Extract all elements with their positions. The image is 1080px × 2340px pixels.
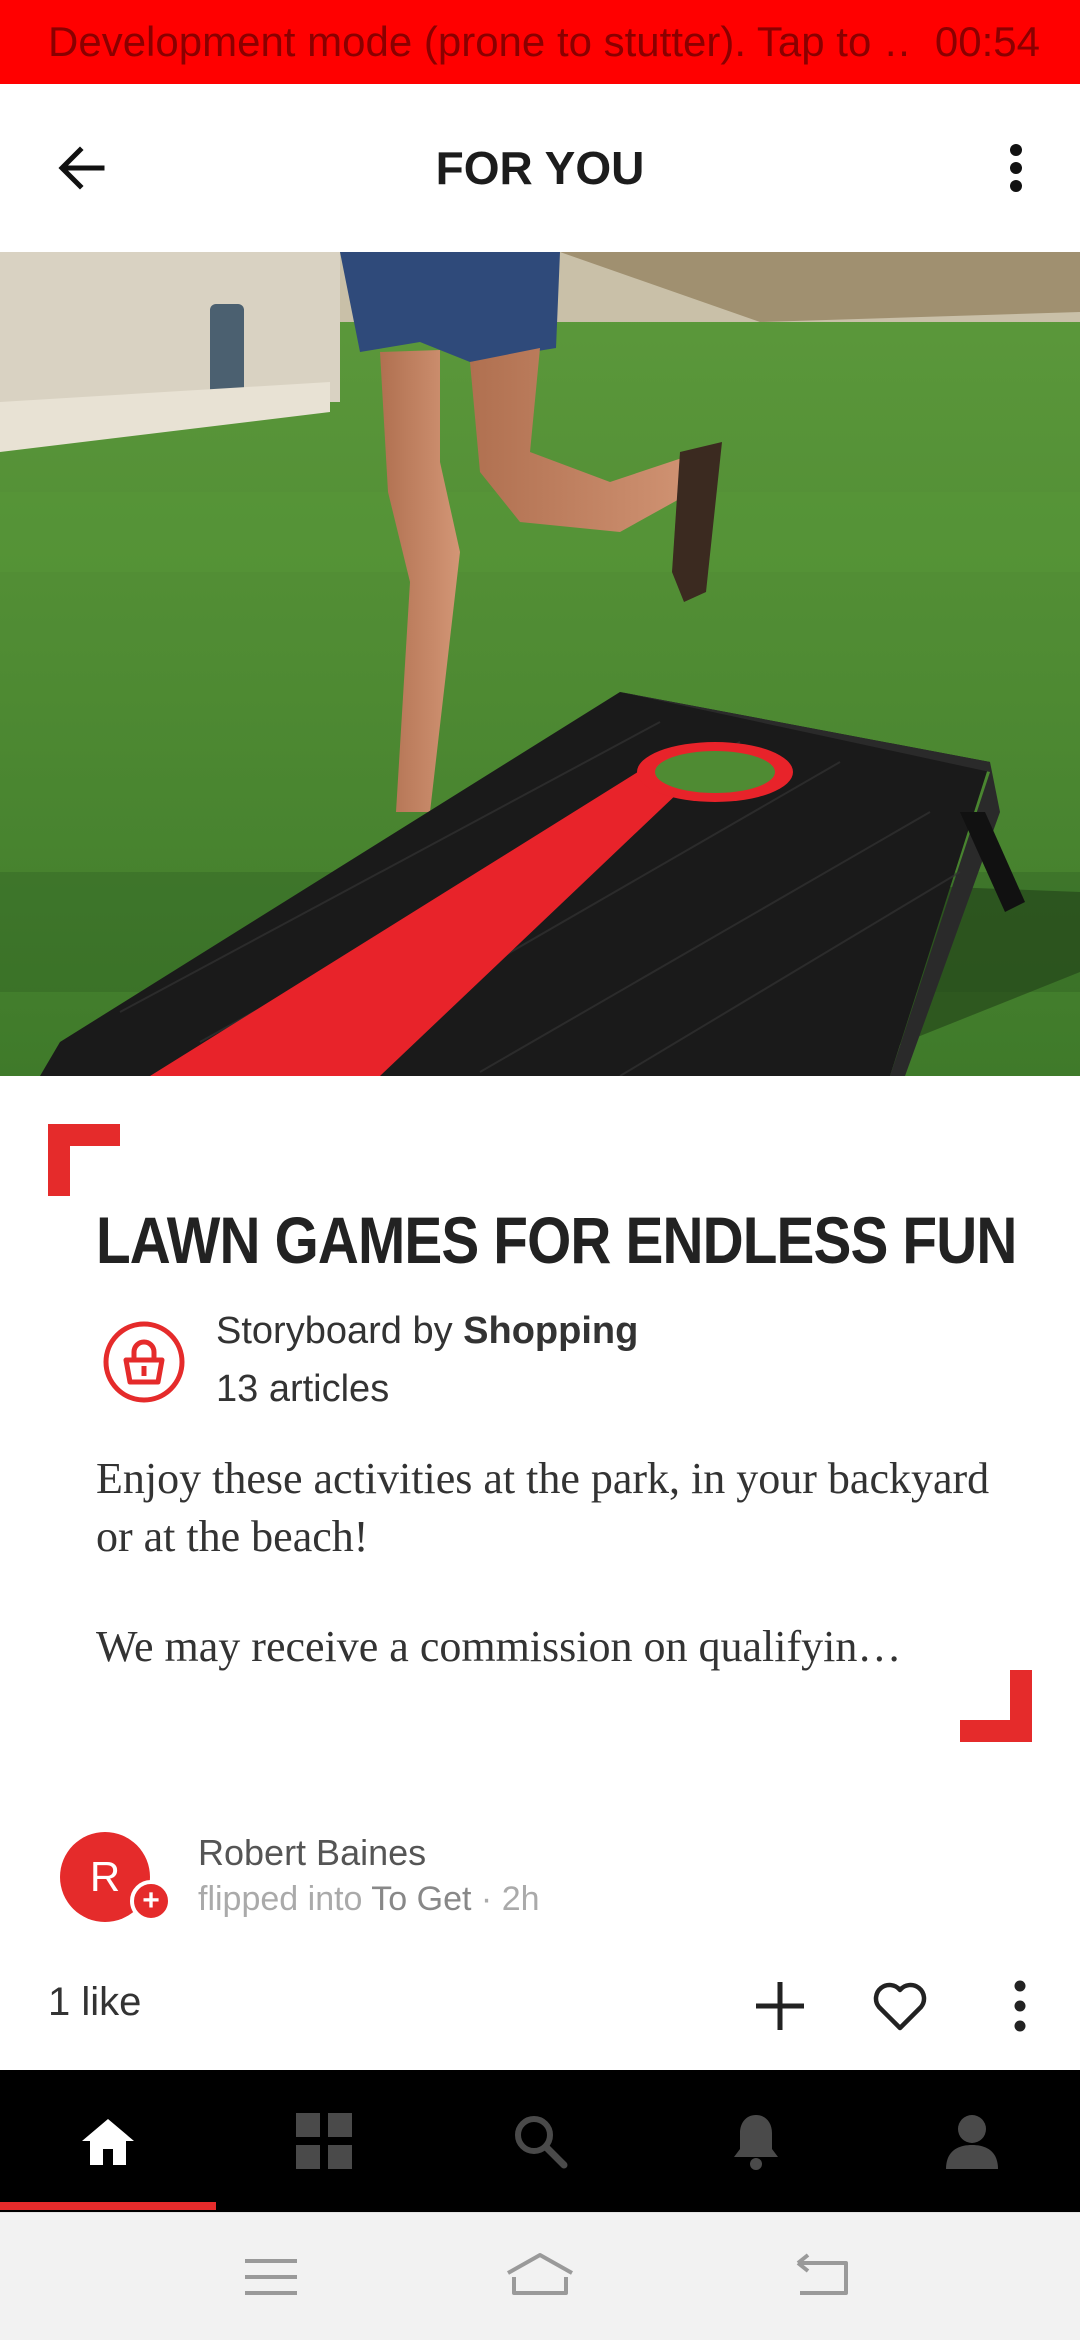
more-vertical-icon[interactable] — [992, 136, 1040, 200]
top-app-bar: FOR YOU — [0, 84, 1080, 252]
home-icon — [82, 2119, 134, 2165]
avatar-letter: R — [89, 1853, 121, 1900]
flip-time: 2h — [501, 1880, 540, 1918]
clock-time: 00:54 — [934, 18, 1040, 65]
nav-home[interactable] — [73, 2106, 143, 2176]
storyboard-byline[interactable]: Storyboard by Shopping — [216, 1310, 638, 1353]
grid-icon — [296, 2113, 352, 2169]
bell-icon — [734, 2115, 778, 2170]
article-count: 13 articles — [216, 1368, 390, 1410]
system-navigation-bar — [0, 2212, 1080, 2340]
bottom-navigation — [0, 2070, 1080, 2212]
magazine-link[interactable]: To Get — [371, 1880, 471, 1918]
page-title: FOR YOU — [435, 142, 645, 194]
flipper-name[interactable]: Robert Baines — [198, 1832, 426, 1874]
plus-icon[interactable] — [750, 1976, 810, 2036]
heart-icon[interactable] — [870, 1976, 930, 2036]
shopping-bag-icon[interactable] — [100, 1318, 188, 1406]
arrow-left-icon[interactable] — [50, 136, 114, 200]
nav-search[interactable] — [505, 2106, 575, 2176]
commission-disclaimer: We may receive a commission on qualifyin… — [96, 1622, 902, 1671]
home-button-icon[interactable] — [500, 2249, 580, 2305]
flip-separator: · — [471, 1880, 502, 1918]
dev-mode-text: Development mode (prone to stutter). Tap… — [48, 18, 911, 65]
story-description: Enjoy these activities at the park, in y… — [96, 1454, 990, 1561]
follow-plus-icon[interactable]: + — [130, 1880, 172, 1922]
storyboard-source[interactable]: Shopping — [463, 1310, 638, 1352]
menu-icon[interactable] — [231, 2249, 311, 2305]
nav-explore[interactable] — [289, 2106, 359, 2176]
flip-meta: flipped into To Get · 2h — [198, 1880, 540, 1919]
flip-action: flipped into — [198, 1880, 372, 1918]
storyboard-prefix: Storyboard by — [216, 1310, 464, 1352]
active-tab-indicator — [0, 2202, 216, 2210]
search-icon — [515, 2116, 568, 2169]
dev-mode-banner[interactable]: Development mode (prone to stutter). Tap… — [0, 0, 1080, 84]
corner-accent-bottom-right — [960, 1670, 1032, 1742]
corner-accent-top-left — [48, 1124, 120, 1196]
back-button-icon[interactable] — [784, 2249, 864, 2305]
story-headline[interactable]: LAWN GAMES FOR ENDLESS FUN — [96, 1200, 1017, 1280]
more-vertical-icon[interactable] — [1004, 1976, 1036, 2036]
nav-profile[interactable] — [937, 2106, 1007, 2176]
hero-image[interactable] — [0, 252, 1080, 1076]
like-count[interactable]: 1 like — [48, 1980, 141, 2025]
profile-icon — [946, 2115, 998, 2169]
nav-notifications[interactable] — [721, 2106, 791, 2176]
cornhole-board-photo — [0, 252, 1080, 1076]
